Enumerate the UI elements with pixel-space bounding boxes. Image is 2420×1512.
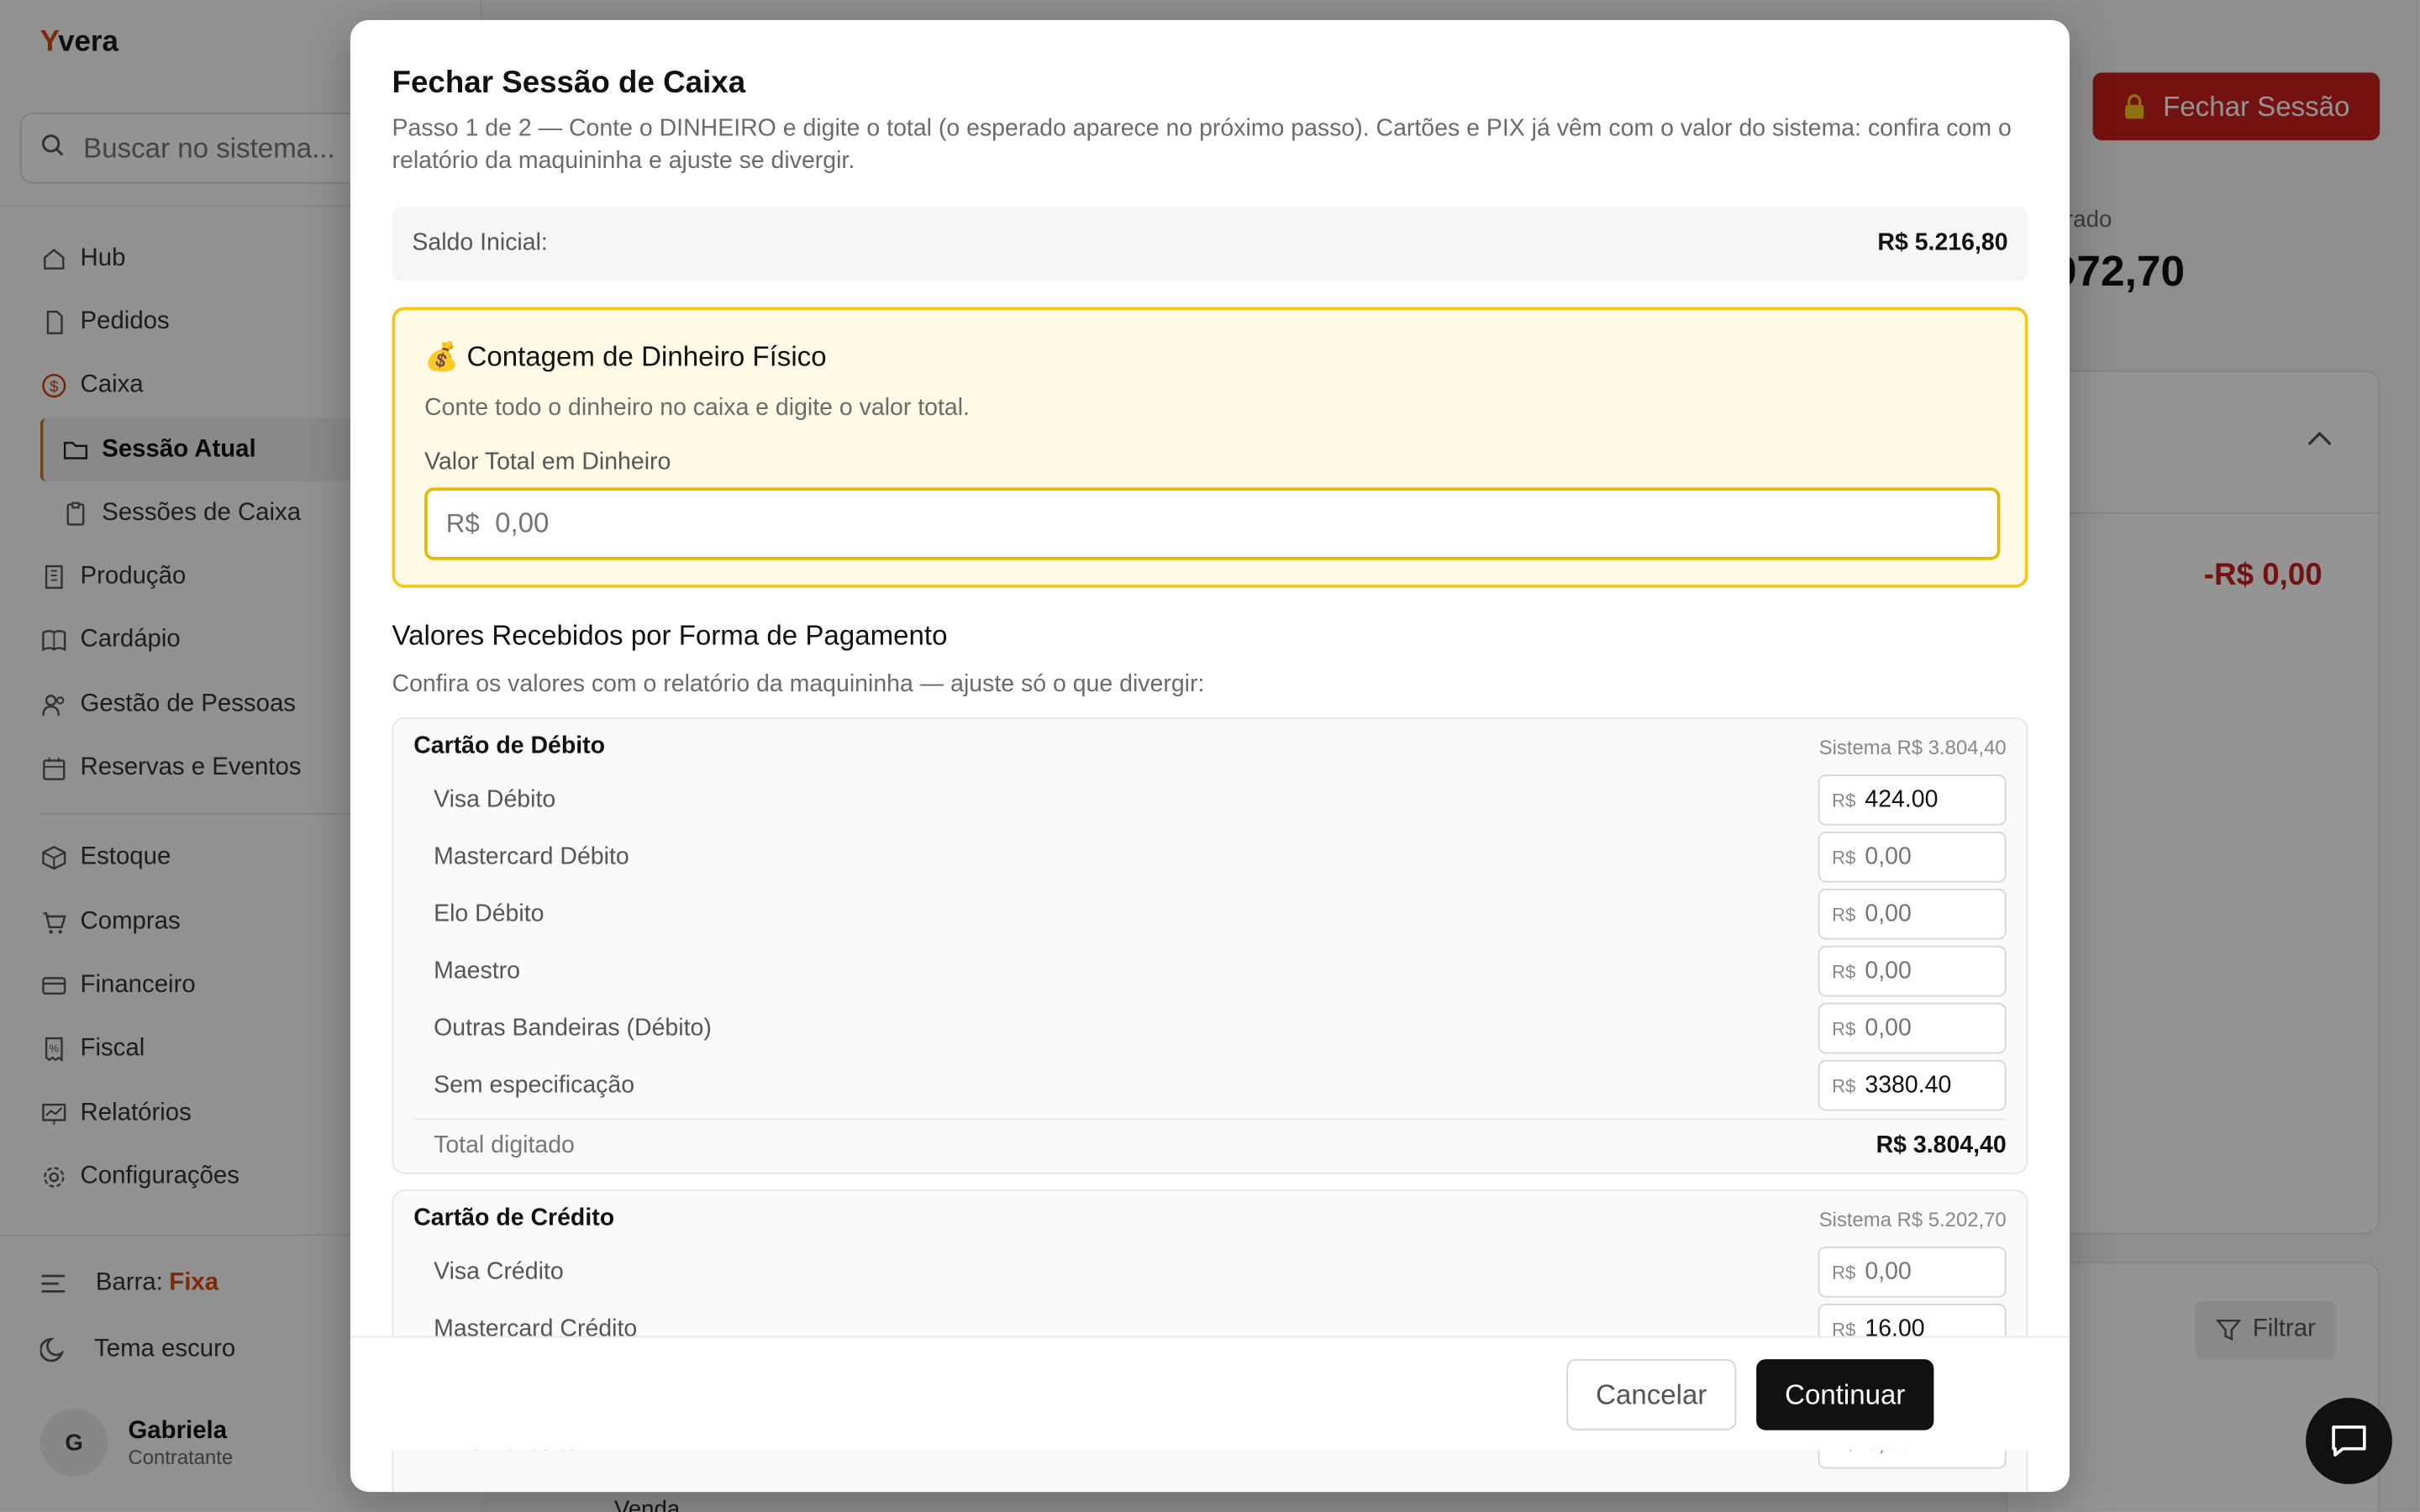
amount-input[interactable] (1865, 900, 1989, 928)
amount-input[interactable] (1865, 843, 1989, 871)
payment-row: Sem especificação R$ (434, 1059, 2007, 1111)
amount-input[interactable] (1865, 957, 1989, 985)
payment-row-label: Visa Crédito (434, 1257, 564, 1285)
cancel-button[interactable]: Cancelar (1566, 1359, 1737, 1431)
payment-row-label: Elo Débito (434, 900, 544, 927)
payment-row: Visa Crédito R$ (434, 1247, 2007, 1298)
chat-bubble-icon (2329, 1422, 2370, 1459)
payment-row-label: Outras Bandeiras (Débito) (434, 1014, 712, 1041)
payment-row: Outras Bandeiras (Débito) R$ (434, 1002, 2007, 1054)
cash-total-field[interactable]: R$ (424, 487, 2001, 560)
opening-balance-label: Saldo Inicial: (412, 229, 548, 256)
amount-field[interactable]: R$ (1818, 888, 2007, 940)
amount-field[interactable]: R$ (1818, 1059, 2007, 1111)
opening-balance-value: R$ 5.216,80 (1877, 229, 2008, 256)
total-value: R$ 3.804,40 (1876, 1131, 2007, 1158)
currency-prefix: R$ (1832, 903, 1856, 926)
credit-system-value: Sistema R$ 5.202,70 (1818, 1207, 2007, 1231)
currency-prefix: R$ (1832, 1261, 1856, 1284)
payment-row-label: Maestro (434, 957, 520, 984)
modal-footer: Cancelar Continuar (350, 1336, 2070, 1451)
amount-field[interactable]: R$ (1818, 774, 2007, 826)
debit-group-header: Cartão de Débito Sistema R$ 3.804,40 (413, 732, 2006, 760)
cash-count-panel: 💰 Contagem de Dinheiro Físico Conte todo… (392, 307, 2028, 588)
cash-total-input[interactable] (495, 507, 1885, 540)
payment-row: Visa Débito R$ (434, 774, 2007, 826)
currency-prefix: R$ (1832, 1017, 1856, 1040)
payment-row-label: Mastercard Débito (434, 843, 629, 869)
continue-button[interactable]: Continuar (1756, 1359, 1934, 1431)
amount-field[interactable]: R$ (1818, 1247, 2007, 1298)
debit-group: Cartão de Débito Sistema R$ 3.804,40 Vis… (392, 717, 2028, 1174)
currency-prefix: R$ (1832, 789, 1856, 811)
total-label: Total digitado (434, 1131, 575, 1158)
amount-field[interactable]: R$ (1818, 1002, 2007, 1054)
bg-peek-text: Venda (614, 1496, 681, 1512)
currency-prefix: R$ (1832, 846, 1856, 869)
credit-group-header: Cartão de Crédito Sistema R$ 5.202,70 (413, 1205, 2006, 1232)
opening-balance: Saldo Inicial: R$ 5.216,80 (392, 207, 2028, 281)
cash-total-label: Valor Total em Dinheiro (424, 449, 671, 475)
payment-row-label: Sem especificação (434, 1071, 635, 1098)
payment-row: Mastercard Débito R$ (434, 831, 2007, 883)
amount-field[interactable]: R$ (1818, 831, 2007, 883)
debit-total-row: Total digitado R$ 3.804,40 (413, 1118, 2007, 1171)
cash-count-title: 💰 Contagem de Dinheiro Físico (424, 340, 827, 372)
currency-prefix: R$ (445, 508, 480, 538)
payment-row-label: Visa Débito (434, 785, 556, 813)
payments-subtitle: Confira os valores com o relatório da ma… (392, 670, 1205, 698)
currency-prefix: R$ (1832, 1074, 1856, 1096)
credit-group-title: Cartão de Crédito (413, 1205, 615, 1231)
cash-count-subtitle: Conte todo o dinheiro no caixa e digite … (424, 395, 970, 422)
payments-title: Valores Recebidos por Forma de Pagamento (392, 620, 948, 652)
amount-field[interactable]: R$ (1818, 945, 2007, 997)
amount-input[interactable] (1865, 1257, 1989, 1286)
chat-button[interactable] (2306, 1398, 2392, 1484)
close-session-modal: Fechar Sessão de Caixa Passo 1 de 2 — Co… (350, 19, 2070, 1493)
modal-description: Passo 1 de 2 — Conte o DINHEIRO e digite… (392, 115, 2012, 175)
screen: Yvera Hub Pedidos $ Caixa Sessão A (0, 0, 2420, 1512)
amount-input[interactable] (1865, 785, 1989, 814)
payment-row: Maestro R$ (434, 945, 2007, 997)
modal-title: Fechar Sessão de Caixa (392, 66, 746, 101)
payment-row: Elo Débito R$ (434, 888, 2007, 940)
debit-group-title: Cartão de Débito (413, 732, 606, 759)
currency-prefix: R$ (1832, 960, 1856, 983)
app-root: Yvera Hub Pedidos $ Caixa Sessão A (0, 0, 2420, 1512)
debit-system-value: Sistema R$ 3.804,40 (1818, 735, 2007, 759)
amount-input[interactable] (1865, 1071, 1989, 1100)
amount-input[interactable] (1865, 1014, 1989, 1042)
